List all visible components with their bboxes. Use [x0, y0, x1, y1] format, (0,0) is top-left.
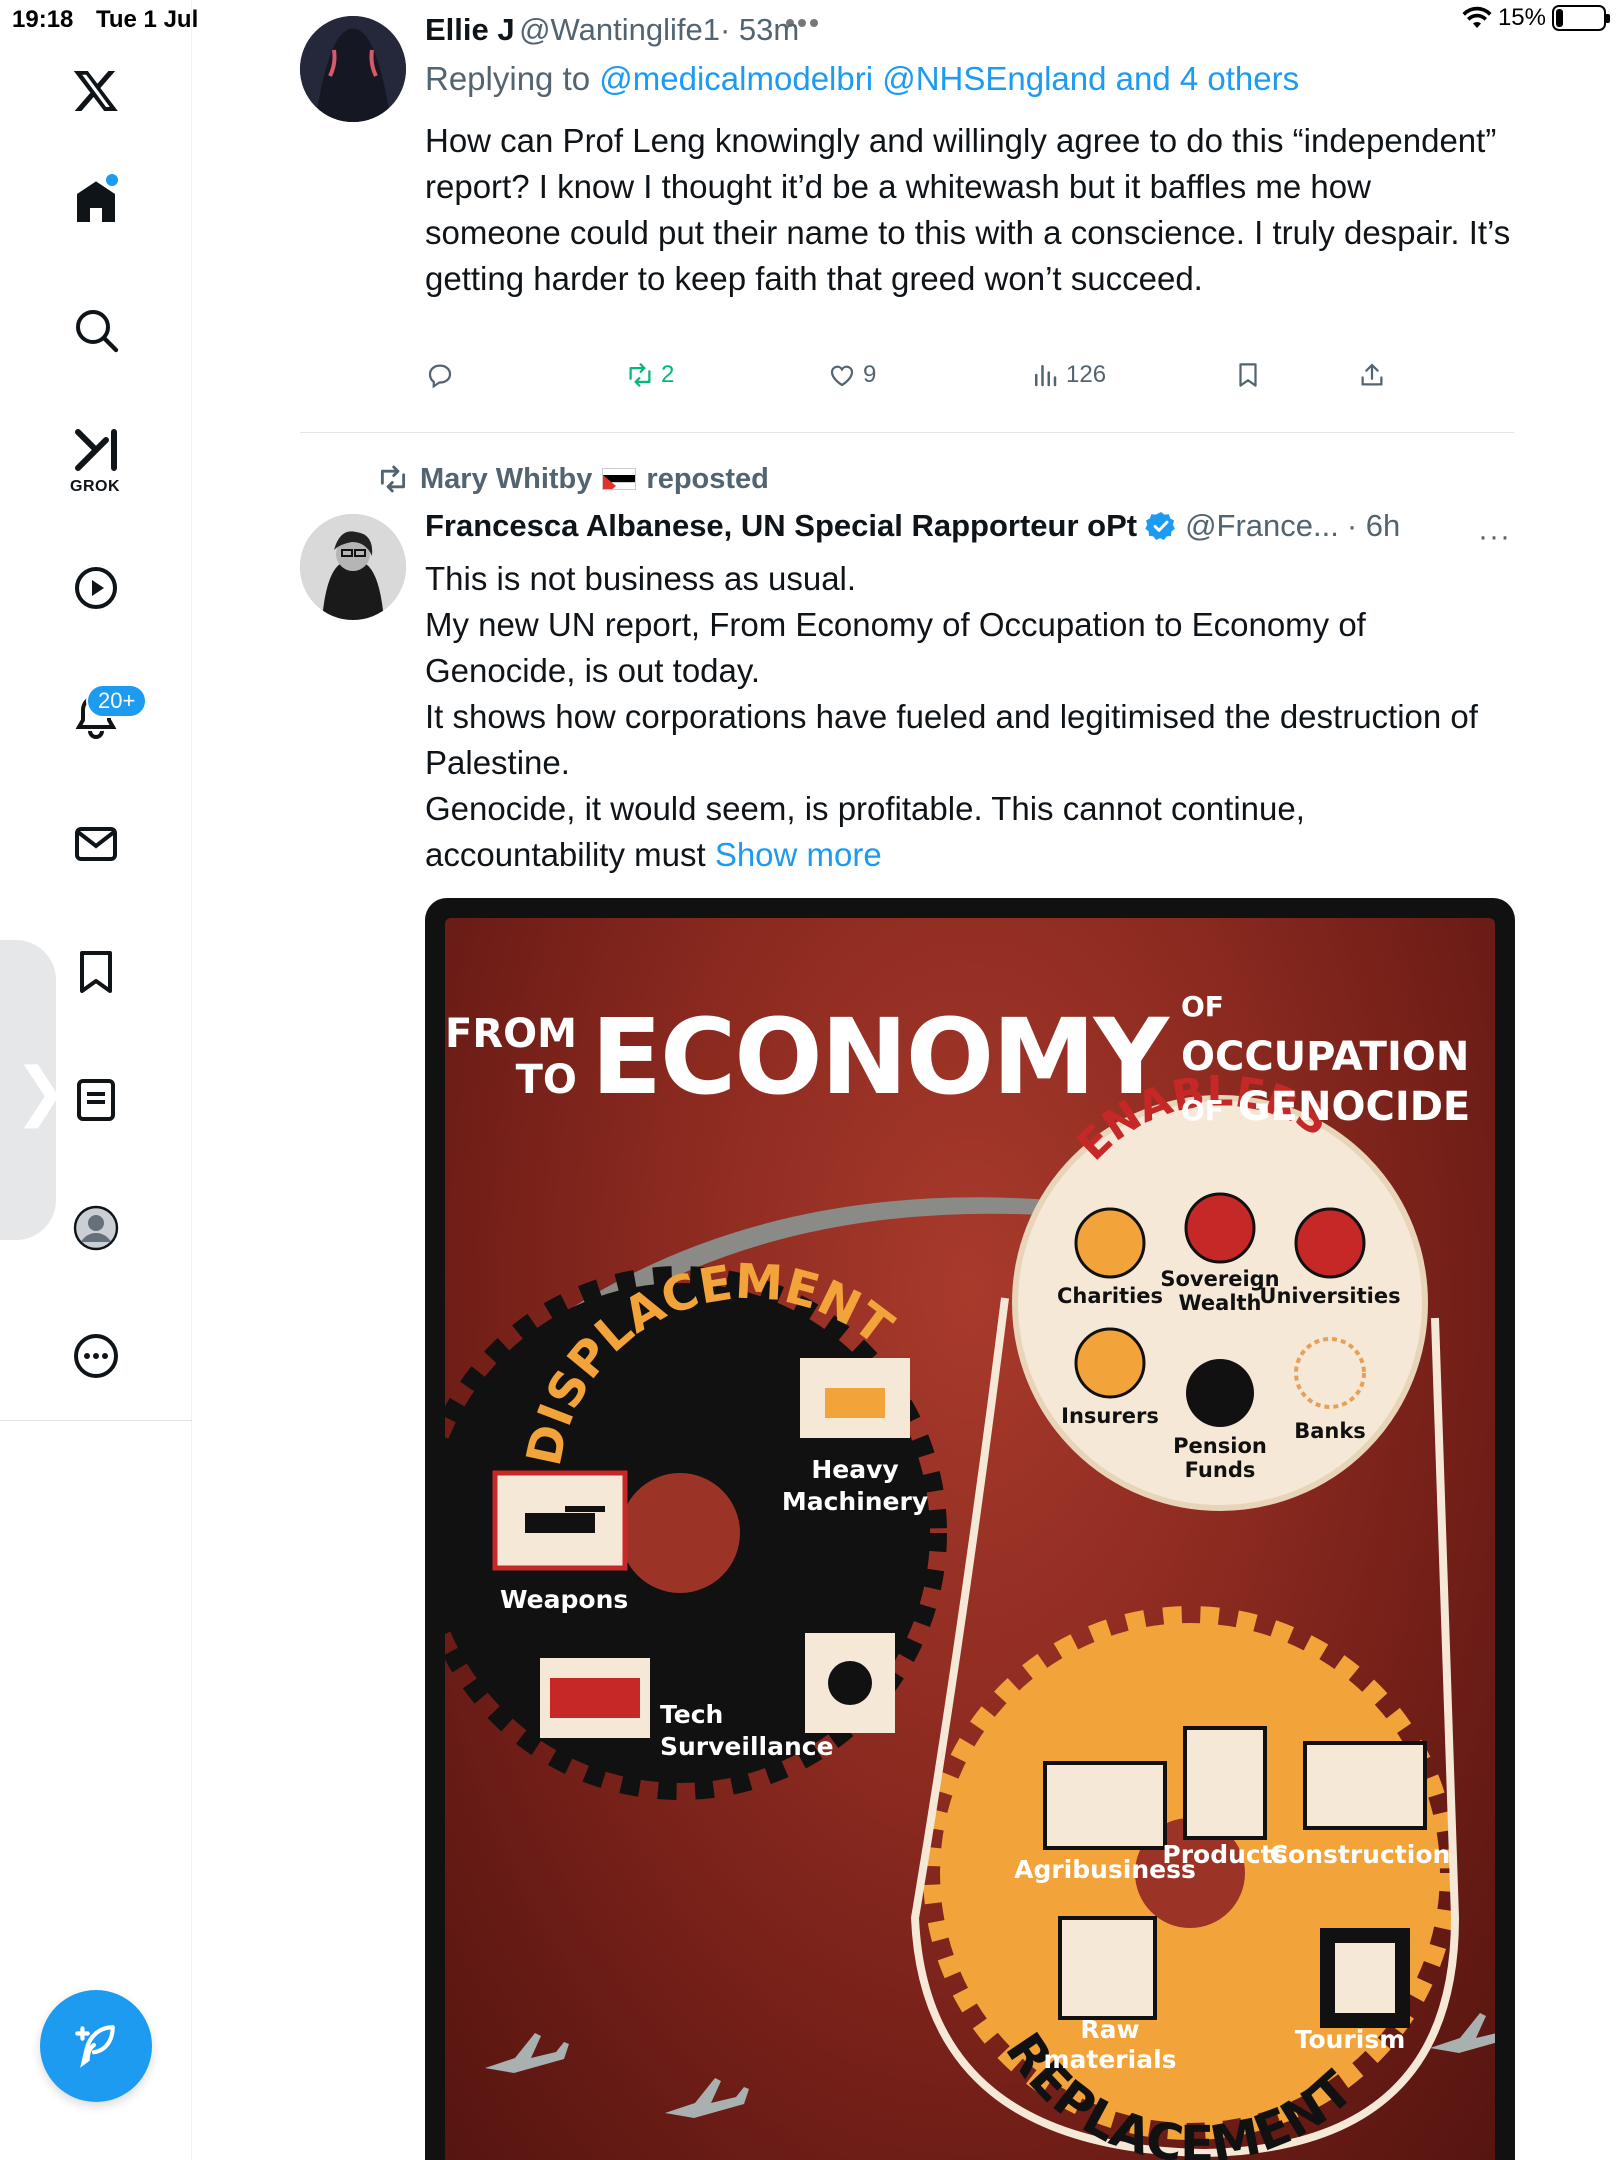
verified-badge-icon [1145, 512, 1175, 540]
poster-economy: ECONOMY [590, 996, 1169, 1118]
tweet2-last-text: accountability must [425, 836, 706, 873]
side-panel-handle[interactable]: ❯ [0, 940, 68, 1240]
retweet-button[interactable]: 2 [625, 360, 674, 390]
label-heavy: Heavy [811, 1455, 898, 1484]
lists-icon[interactable] [56, 1060, 136, 1140]
bookmark-button[interactable] [1233, 360, 1263, 390]
retweet-count: 2 [661, 361, 675, 388]
wifi-icon [1462, 6, 1492, 28]
more-icon[interactable] [56, 1316, 136, 1396]
poster-of-1: OF [1180, 990, 1224, 1023]
messages-icon[interactable] [56, 804, 136, 884]
repost-attribution[interactable]: Mary Whitby reposted [376, 462, 769, 496]
reposted-label: reposted [646, 462, 769, 495]
tweet2-line-last: accountability must Show more [425, 832, 1515, 878]
retweet-icon [629, 363, 651, 387]
label-charities: Charities [1057, 1284, 1163, 1308]
show-more-link[interactable]: Show more [715, 836, 882, 873]
poster-title: FROM TO ECONOMY OF OCCUPATION OF GENOCID… [445, 978, 1495, 1136]
poster-to: TO [515, 1057, 577, 1103]
tweet1-avatar[interactable] [300, 16, 406, 122]
heart-icon [830, 365, 854, 387]
share-icon [1361, 363, 1383, 386]
tweet1-actions: 2 9 126 [425, 360, 1395, 404]
tweet2-media-image[interactable]: DISPLACEMENT ENABLERS REPLACEMENT Weapon… [425, 898, 1515, 2160]
battery-icon [1552, 5, 1610, 31]
poster-from: FROM [445, 1011, 577, 1057]
tweet1-replying-to: Replying to @medicalmodelbri @NHSEngland… [425, 60, 1299, 98]
poster-occupation: OCCUPATION [1180, 1034, 1470, 1080]
tweet2-time: · 6h [1346, 508, 1401, 543]
home-unread-dot [106, 174, 118, 186]
tweet2-more-button[interactable]: ··· [1478, 520, 1511, 554]
label-banks: Banks [1294, 1419, 1366, 1443]
repost-icon [380, 465, 406, 493]
tweet2-line: My new UN report, From Economy of Occupa… [425, 606, 1366, 689]
compose-feather-icon [75, 2025, 115, 2068]
tweet2-avatar[interactable] [300, 514, 406, 620]
views-button[interactable]: 126 [1030, 360, 1106, 390]
views-count: 126 [1066, 361, 1107, 388]
views-chart-icon [1035, 365, 1057, 387]
x-logo-icon[interactable] [56, 50, 136, 130]
label-funds: Funds [1185, 1458, 1256, 1482]
video-icon[interactable] [56, 548, 136, 628]
tweet2-handle[interactable]: @France... [1185, 508, 1339, 544]
tweet2-line: Genocide, it would seem, is profitable. … [425, 790, 1305, 827]
label-raw: Raw [1080, 2015, 1139, 2044]
label-weapons: Weapons [500, 1585, 628, 1614]
home-icon[interactable] [56, 162, 136, 242]
report-poster: DISPLACEMENT ENABLERS REPLACEMENT Weapon… [445, 918, 1495, 2160]
profile-icon[interactable] [56, 1188, 136, 1268]
label-construction: Construction [1270, 1840, 1451, 1869]
like-count: 9 [863, 361, 877, 388]
reposted-by-name: Mary Whitby [420, 462, 593, 495]
label-materials: materials [1043, 2045, 1176, 2074]
reply-icon [428, 364, 452, 389]
label-insurers: Insurers [1061, 1404, 1159, 1428]
tweet1-header: Ellie J @Wantinglife1· 53m [425, 12, 799, 48]
label-tech: Tech [660, 1700, 723, 1729]
compose-post-button[interactable] [40, 1990, 152, 2102]
notifications-badge: 20+ [86, 684, 148, 718]
tweet2-text: This is not business as usual. My new UN… [425, 556, 1515, 878]
tweet1-text: How can Prof Leng knowingly and willingl… [425, 122, 1511, 297]
label-wealth: Wealth [1178, 1291, 1261, 1315]
chevron-right-icon: ❯ [14, 1055, 68, 1127]
battery-percent: 15% [1497, 4, 1546, 31]
bookmark-icon [1239, 363, 1257, 387]
label-universities: Universities [1259, 1284, 1400, 1308]
label-pension: Pension [1173, 1434, 1267, 1458]
tweet1-time: · 53m [719, 12, 800, 47]
tweet1-author-name[interactable]: Ellie J [425, 12, 515, 47]
label-surveillance: Surveillance [660, 1732, 834, 1761]
poster-title-left: FROM TO [445, 1011, 577, 1103]
bookmarks-icon[interactable] [56, 932, 136, 1012]
poster-genocide: GENOCIDE [1237, 1084, 1471, 1130]
label-tourism: Tourism [1295, 2025, 1406, 2054]
sidebar-divider [0, 1420, 192, 1421]
palestine-flag-icon [602, 468, 637, 490]
like-button[interactable]: 9 [827, 360, 876, 390]
tweet-divider [300, 432, 1514, 433]
share-button[interactable] [1357, 360, 1387, 390]
status-indicators: 15% [1462, 4, 1610, 32]
tweet2-line: It shows how corporations have fueled an… [425, 698, 1478, 781]
label-machinery: Machinery [782, 1487, 928, 1516]
poster-title-right: OF OCCUPATION OF GENOCIDE [1181, 978, 1495, 1136]
tweet2-header: Francesca Albanese, UN Special Rapporteu… [425, 508, 1400, 544]
replying-prefix: Replying to [425, 60, 591, 97]
replying-mentions[interactable]: @medicalmodelbri @NHSEngland and 4 other… [599, 60, 1299, 97]
tweet2-author-name[interactable]: Francesca Albanese, UN Special Rapporteu… [425, 508, 1137, 544]
tweet1-handle[interactable]: @Wantinglife1 [519, 12, 720, 47]
reply-button[interactable] [425, 360, 455, 390]
poster-of-2: OF [1180, 1094, 1224, 1127]
tweet2-line: This is not business as usual. [425, 560, 857, 597]
grok-label: GROK [70, 478, 120, 495]
search-icon[interactable] [56, 290, 136, 370]
